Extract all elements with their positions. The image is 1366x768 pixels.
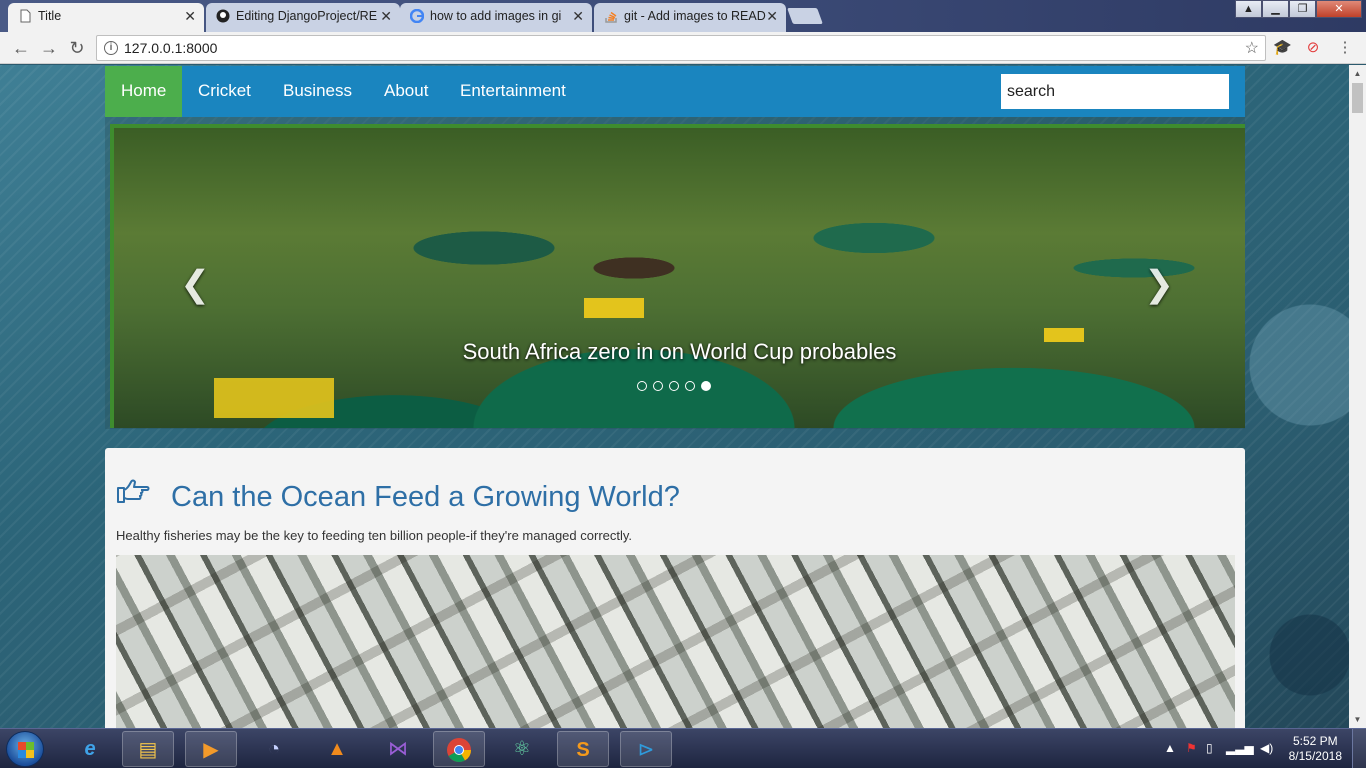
search-input[interactable] xyxy=(1001,74,1229,109)
tab-close-icon[interactable]: ✕ xyxy=(572,3,584,29)
tab-github[interactable]: Editing DjangoProject/RE ✕ xyxy=(206,3,400,32)
stackoverflow-icon xyxy=(605,11,617,23)
carousel-indicator[interactable] xyxy=(685,381,695,391)
minimize-icon[interactable]: ▁ xyxy=(1262,0,1289,18)
tab-label: how to add images in gi xyxy=(430,9,562,23)
scroll-thumb[interactable] xyxy=(1352,83,1363,113)
tab-close-icon[interactable]: ✕ xyxy=(184,3,196,29)
nav-about[interactable]: About xyxy=(368,66,444,117)
carousel-caption: South Africa zero in on World Cup probab… xyxy=(462,339,897,364)
vscode-icon[interactable]: ⊳ xyxy=(620,731,672,767)
carousel-image xyxy=(584,298,644,318)
visual-studio-icon[interactable]: ⋈ xyxy=(372,731,424,767)
flag-icon[interactable]: ⚑ xyxy=(1186,741,1197,755)
menu-icon[interactable]: ⋮ xyxy=(1336,39,1354,57)
close-icon[interactable]: ✕ xyxy=(1316,0,1362,18)
scroll-up-icon[interactable]: ▲ xyxy=(1349,65,1366,82)
carousel-indicator[interactable] xyxy=(669,381,679,391)
tab-label: Title xyxy=(38,9,62,23)
taskbar: e ▤ ▶ ◔ ▲ ⋈ ⚛ S ⊳ ▲ ⚑ ▯ ▂▃▅ ◀) 5:52 PM 8… xyxy=(0,728,1366,768)
carousel-indicator[interactable] xyxy=(653,381,663,391)
news-carousel: South Africa zero in on World Cup probab… xyxy=(110,124,1245,428)
vlc-icon[interactable]: ▲ xyxy=(311,731,363,767)
volume-icon[interactable]: ◀) xyxy=(1260,741,1273,755)
clock-time: 5:52 PM xyxy=(1292,734,1338,748)
carousel-indicator[interactable] xyxy=(637,381,647,391)
extension-icon[interactable]: ⊘ xyxy=(1304,39,1322,57)
chrome-icon[interactable] xyxy=(433,731,485,767)
scrollbar[interactable]: ▲ ▼ xyxy=(1349,65,1366,728)
tab-close-icon[interactable]: ✕ xyxy=(380,3,392,29)
web-page: Home Cricket Business About Entertainmen… xyxy=(0,65,1349,728)
site-navbar: Home Cricket Business About Entertainmen… xyxy=(105,66,1245,117)
maximize-icon[interactable]: ❐ xyxy=(1289,0,1316,18)
clock[interactable]: 5:52 PM 8/15/2018 xyxy=(1289,734,1342,764)
torrent-icon[interactable]: ◔ xyxy=(248,731,300,767)
scroll-down-icon[interactable]: ▼ xyxy=(1349,711,1366,728)
nav-cricket[interactable]: Cricket xyxy=(182,66,267,117)
chevron-right-icon[interactable]: ❯ xyxy=(1144,263,1174,305)
carousel-indicators xyxy=(637,381,711,391)
forward-icon[interactable]: → xyxy=(39,38,59,58)
media-player-icon[interactable]: ▶ xyxy=(185,731,237,767)
clock-date: 8/15/2018 xyxy=(1288,749,1342,763)
tab-close-icon[interactable]: ✕ xyxy=(766,3,778,29)
device-icon[interactable]: ▯ xyxy=(1206,741,1213,755)
system-tray: ▲ ⚑ ▯ ▂▃▅ ◀) 5:52 PM 8/15/2018 xyxy=(1146,729,1366,768)
address-url[interactable]: 127.0.0.1:8000 xyxy=(124,40,217,56)
nav-home[interactable]: Home xyxy=(105,66,183,117)
address-bar[interactable]: i 127.0.0.1:8000 ☆ xyxy=(96,35,1266,61)
info-icon[interactable]: i xyxy=(104,41,118,55)
google-icon xyxy=(410,9,424,23)
article-panel: Can the Ocean Feed a Growing World? Heal… xyxy=(105,448,1245,728)
tab-label: git - Add images to READ xyxy=(624,9,766,23)
hand-pointing-right-icon xyxy=(117,479,150,503)
atom-icon[interactable]: ⚛ xyxy=(496,731,548,767)
user-icon[interactable]: ▲ xyxy=(1235,0,1262,18)
article-title[interactable]: Can the Ocean Feed a Growing World? xyxy=(171,481,680,514)
new-tab-button[interactable] xyxy=(787,8,823,24)
reload-icon[interactable]: ↻ xyxy=(67,38,87,58)
graduation-cap-icon[interactable]: 🎓 xyxy=(1273,39,1292,57)
article-image xyxy=(116,555,1235,728)
browser-toolbar: ← → ↻ i 127.0.0.1:8000 ☆ 🎓 ⊘ ⋮ xyxy=(0,32,1366,64)
back-icon[interactable]: ← xyxy=(11,38,31,58)
github-icon xyxy=(216,9,230,23)
page-icon xyxy=(20,9,31,23)
show-desktop-button[interactable] xyxy=(1352,729,1366,768)
nav-entertainment[interactable]: Entertainment xyxy=(444,66,582,117)
tab-stackoverflow[interactable]: git - Add images to READ ✕ xyxy=(594,3,786,32)
nav-business[interactable]: Business xyxy=(267,66,368,117)
tab-title[interactable]: Title ✕ xyxy=(8,3,204,32)
tray-expand-icon[interactable]: ▲ xyxy=(1164,741,1176,755)
browser-tabstrip: Title ✕ Editing DjangoProject/RE ✕ how t… xyxy=(0,0,1366,32)
network-icon[interactable]: ▂▃▅ xyxy=(1226,741,1254,755)
chevron-left-icon[interactable]: ❮ xyxy=(180,263,210,305)
ie-icon[interactable]: e xyxy=(64,731,116,767)
sublime-icon[interactable]: S xyxy=(557,731,609,767)
file-explorer-icon[interactable]: ▤ xyxy=(122,731,174,767)
start-icon[interactable] xyxy=(6,731,44,767)
tab-google[interactable]: how to add images in gi ✕ xyxy=(400,3,592,32)
bookmark-star-icon[interactable]: ☆ xyxy=(1245,38,1259,58)
tab-label: Editing DjangoProject/RE xyxy=(236,9,378,23)
window-controls: ▲ ▁ ❐ ✕ xyxy=(1235,0,1362,18)
carousel-indicator-active[interactable] xyxy=(701,381,711,391)
article-subtitle: Healthy fisheries may be the key to feed… xyxy=(116,528,633,543)
